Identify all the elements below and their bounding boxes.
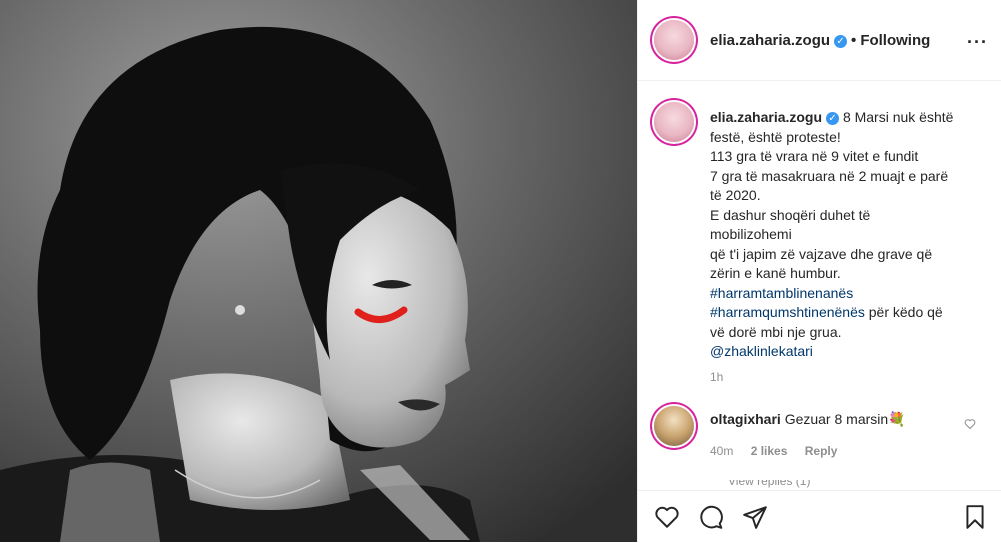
post-sidebar: elia.zaharia.zogu ✓ • Following ··· elia.za… [637,0,1001,542]
comment: oltagixhari Gezuar 8 marsin💐 [710,411,906,428]
comment-text: Gezuar 8 marsin💐 [784,411,906,427]
commenter-avatar[interactable] [654,406,694,446]
comment-timestamp[interactable]: 40m [710,444,733,458]
comment-meta: 40m 2 likes Reply [710,444,851,458]
post-actions-bar [638,490,1001,543]
caption-line: vë dorë mbi nje grua. [710,323,842,340]
following-button[interactable]: Following [860,32,930,49]
caption-text: për këdo që [864,304,943,320]
caption-line: 7 gra të masakruara në 2 muajt e parë [710,167,949,184]
author-avatar[interactable] [654,20,694,60]
save-bookmark-icon[interactable] [962,504,988,535]
author-username-row: elia.zaharia.zogu ✓ • Following [710,32,930,49]
post-header: elia.zaharia.zogu ✓ • Following ··· [638,0,1001,81]
like-icon[interactable] [654,504,680,535]
mention-link[interactable]: @zhaklinlekatari [710,343,813,359]
comment-likes[interactable]: 2 likes [751,444,788,458]
caption-line: 8 Marsi nuk është [842,109,954,125]
caption-username[interactable]: elia.zaharia.zogu [710,109,822,125]
separator-dot: • [851,32,857,49]
caption-line: 113 gra të vrara në 9 vitet e fundit [710,148,919,164]
share-icon[interactable] [742,504,768,535]
post-caption: elia.zaharia.zogu ✓ 8 Marsi nuk është fes… [710,108,990,362]
verified-badge-icon: ✓ [826,112,840,125]
caption-author-avatar[interactable] [654,102,694,142]
instagram-post-modal: elia.zaharia.zogu ✓ • Following ··· elia.za… [0,0,1001,542]
author-username[interactable]: elia.zaharia.zogu [710,32,830,49]
more-options-icon[interactable]: ··· [967,32,988,53]
comment-reply-button[interactable]: Reply [805,444,838,458]
verified-badge-icon: ✓ [834,35,848,48]
comment-username[interactable]: oltagixhari [710,411,781,427]
comment-icon[interactable] [698,504,724,535]
caption-line: E dashur shoqëri duhet të [710,206,871,223]
view-replies-link[interactable]: View replies (1) [728,480,878,488]
view-replies-text: View replies (1) [728,480,811,488]
caption-line: që t'i japim zë vajzave dhe grave që [710,245,933,262]
caption-line: mobilizohemi [710,226,792,242]
like-comment-icon[interactable] [964,417,976,435]
caption-line: zërin e kanë humbur. [710,265,841,281]
portrait-image [0,0,637,542]
caption-line: të 2020. [710,187,761,203]
caption-timestamp[interactable]: 1h [710,370,723,384]
caption-line: festë, është proteste! [710,128,841,145]
post-photo [0,0,637,542]
hashtag-link[interactable]: #harramtamblinenanës [710,285,853,301]
hashtag-link[interactable]: #harramqumshtinenënës [710,304,865,320]
